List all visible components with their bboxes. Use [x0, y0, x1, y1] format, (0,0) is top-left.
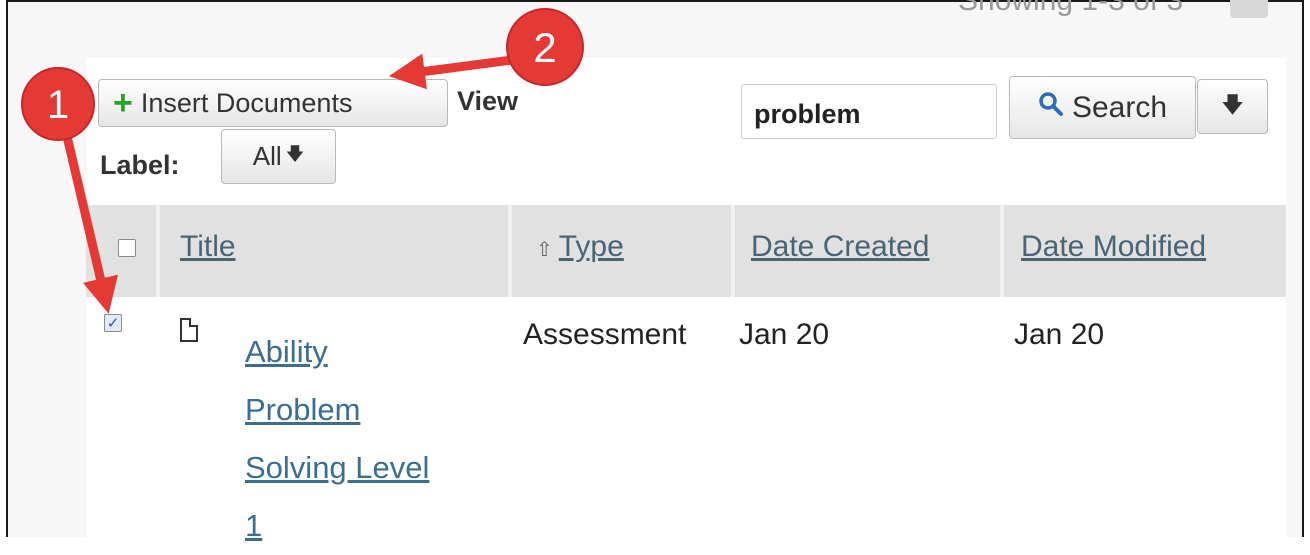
- search-options-dropdown[interactable]: 🡇: [1197, 79, 1268, 134]
- label-filter-dropdown[interactable]: All 🡇: [221, 129, 336, 184]
- sort-up-icon: ⇧: [536, 239, 553, 261]
- row-checkbox[interactable]: ✓: [104, 314, 122, 332]
- column-divider: [1000, 205, 1004, 297]
- select-all-checkbox[interactable]: [118, 239, 136, 257]
- document-icon: [180, 318, 198, 342]
- search-icon: [1038, 91, 1064, 125]
- column-divider: [731, 205, 735, 297]
- dropdown-arrow-icon: 🡇: [1221, 91, 1244, 117]
- column-divider: [508, 205, 512, 297]
- insert-documents-label: Insert Documents: [140, 87, 353, 118]
- label-filter-label: Label:: [100, 150, 180, 180]
- plus-icon: +: [113, 84, 133, 122]
- column-header-type-label: Type: [558, 230, 624, 263]
- insert-documents-button[interactable]: + Insert Documents: [98, 79, 448, 127]
- column-header-date-created[interactable]: Date Created: [751, 230, 929, 264]
- pagination-text: Showing 1-3 of 3: [958, 0, 1184, 17]
- document-type: Assessment: [523, 318, 687, 351]
- label-filter-value: All: [252, 141, 282, 171]
- search-label: Search: [1071, 90, 1168, 124]
- search-button[interactable]: Search: [1009, 76, 1196, 139]
- view-label: View: [457, 86, 519, 116]
- document-date-created: Jan 20: [739, 318, 830, 351]
- column-header-type[interactable]: ⇧ Type: [536, 230, 624, 264]
- dropdown-arrow-icon: 🡇: [285, 143, 305, 164]
- pagination-button[interactable]: [1230, 0, 1268, 18]
- document-title-link[interactable]: Ability Problem Solving Level 1: [245, 323, 445, 555]
- search-input[interactable]: problem: [741, 84, 997, 139]
- column-header-date-modified[interactable]: Date Modified: [1021, 230, 1206, 264]
- column-header-title[interactable]: Title: [180, 230, 236, 264]
- document-date-modified: Jan 20: [1014, 318, 1105, 351]
- column-divider: [156, 205, 160, 297]
